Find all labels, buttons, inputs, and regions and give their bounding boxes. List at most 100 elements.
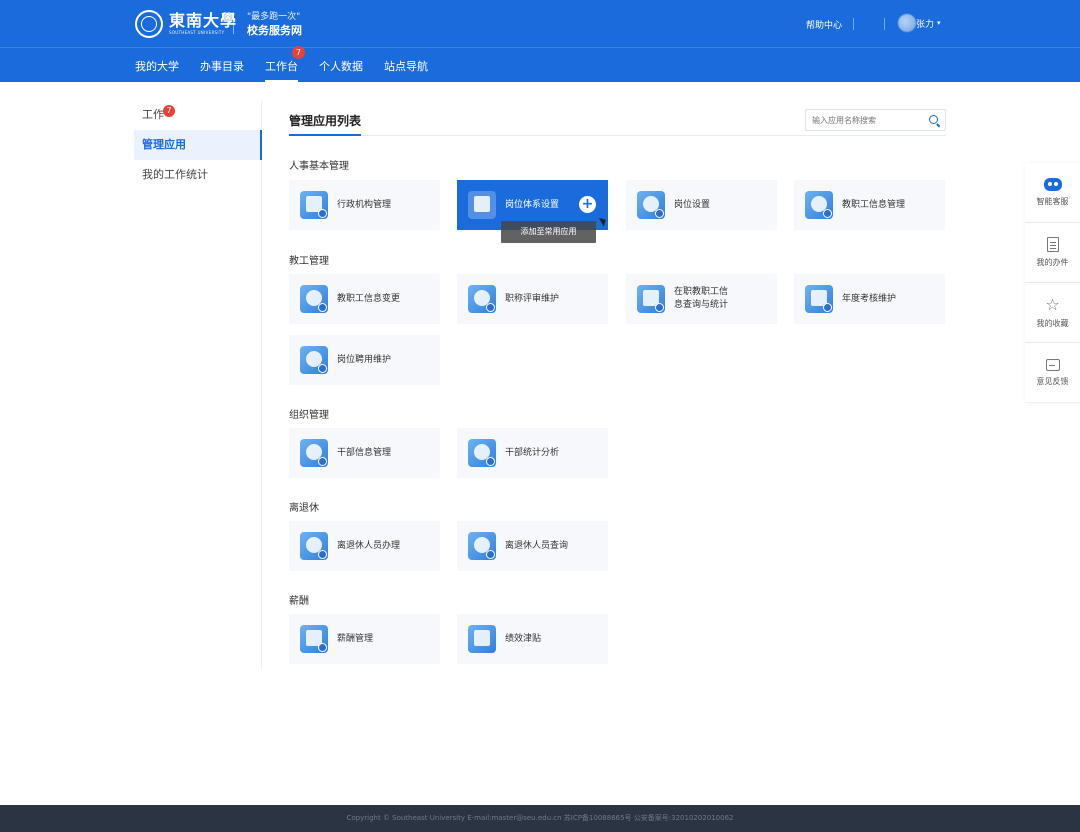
nav-service-catalog[interactable]: 办事目录 — [200, 58, 244, 82]
help-center-link[interactable]: 帮助中心 — [806, 18, 842, 31]
header: 東南大學 SOUTHEAST UNIVERSITY "最多跑一次" 校务服务网 … — [0, 0, 1080, 82]
nav-personal-data[interactable]: 个人数据 — [319, 58, 363, 82]
floating-service-panel: 智能客服 我的办件 ☆ 我的收藏 意见反馈 — [1025, 163, 1080, 403]
sidebar-item-label: 我的工作统计 — [142, 168, 208, 181]
star-icon: ☆ — [1045, 294, 1060, 314]
app-card[interactable]: 行政机构管理 — [289, 180, 440, 230]
nav-label: 办事目录 — [200, 60, 244, 73]
divider — [884, 18, 885, 30]
app-label: 行政机构管理 — [337, 199, 392, 210]
person-upload-icon — [300, 346, 328, 374]
sidebar-item-work-stats[interactable]: 我的工作统计 — [134, 160, 261, 190]
float-smart-service[interactable]: 智能客服 — [1025, 163, 1080, 223]
feedback-icon — [1045, 358, 1060, 371]
graduate-icon — [300, 285, 328, 313]
review-icon — [468, 285, 496, 313]
float-label: 智能客服 — [1036, 197, 1069, 206]
section-title: 教工管理 — [289, 256, 329, 267]
app-card[interactable]: 年度考核维护 — [794, 274, 945, 324]
salary-icon — [300, 625, 328, 653]
app-card[interactable]: 在职教职工信 息查询与统计 — [626, 274, 777, 324]
add-to-favorites-button[interactable]: + — [579, 196, 596, 213]
nav-label: 个人数据 — [319, 60, 363, 73]
username: 张力 — [916, 19, 935, 30]
nav-label: 我的大学 — [135, 60, 179, 73]
divider — [853, 18, 854, 30]
float-feedback[interactable]: 意见反馈 — [1025, 343, 1080, 403]
app-card[interactable]: 离退休人员办理 — [289, 521, 440, 571]
cadre-stats-icon — [468, 439, 496, 467]
page-title: 管理应用列表 — [289, 114, 362, 128]
app-label: 教职工信息管理 — [842, 199, 906, 210]
app-label: 薪酬管理 — [337, 633, 374, 644]
app-card[interactable]: 干部统计分析 — [457, 428, 608, 478]
app-label: 职称评审维护 — [505, 293, 560, 304]
app-label: 干部信息管理 — [337, 447, 392, 458]
float-label: 我的收藏 — [1036, 318, 1069, 328]
app-card[interactable]: 离退休人员查询 — [457, 521, 608, 571]
app-label: 离退休人员查询 — [505, 540, 569, 551]
sidebar-item-work[interactable]: 工作 7 — [134, 100, 261, 130]
app-card[interactable]: 薪酬管理 — [289, 614, 440, 664]
slogan-top: "最多跑一次" — [247, 12, 301, 22]
user-menu[interactable]: 张力 ▾ — [898, 14, 941, 32]
float-my-favorites[interactable]: ☆ 我的收藏 — [1025, 283, 1080, 343]
app-label: 岗位体系设置 — [505, 199, 560, 210]
float-label: 意见反馈 — [1036, 376, 1069, 386]
nav-label: 工作台 — [265, 60, 298, 73]
document-icon — [1046, 237, 1059, 252]
university-logo[interactable]: 東南大學 SOUTHEAST UNIVERSITY — [135, 10, 237, 38]
nav-workbench[interactable]: 工作台 7 — [265, 46, 305, 82]
site-slogan: "最多跑一次" 校务服务网 — [247, 11, 302, 39]
app-card[interactable]: 岗位聘用维护 — [289, 335, 440, 385]
app-label: 在职教职工信 息查询与统计 — [674, 286, 728, 312]
app-label: 岗位设置 — [674, 199, 711, 210]
app-card[interactable]: 干部信息管理 — [289, 428, 440, 478]
app-card[interactable]: 绩效津贴 — [457, 614, 608, 664]
tooltip: 添加至常用应用 — [501, 221, 596, 243]
nav-label: 站点导航 — [384, 60, 428, 73]
site-name: 校务服务网 — [247, 24, 302, 37]
search-icon[interactable] — [929, 115, 938, 124]
app-label: 离退休人员办理 — [337, 540, 401, 551]
airplane-icon — [805, 191, 833, 219]
section-title: 组织管理 — [289, 410, 329, 421]
title-divider — [289, 135, 946, 136]
sidebar: 工作 7 管理应用 我的工作统计 — [134, 100, 262, 670]
app-label: 岗位聘用维护 — [337, 354, 392, 365]
section-title: 薪酬 — [289, 596, 309, 607]
app-card[interactable]: 教职工信息管理 — [794, 180, 945, 230]
app-card[interactable]: 岗位设置 — [626, 180, 777, 230]
id-card-icon — [637, 285, 665, 313]
app-card[interactable]: 职称评审维护 — [457, 274, 608, 324]
footer-copyright: Copyright © Southeast University E-mail:… — [346, 814, 734, 822]
sidebar-item-manage-apps[interactable]: 管理应用 — [134, 130, 262, 160]
nav-my-university[interactable]: 我的大学 — [135, 58, 179, 82]
app-card[interactable]: 教职工信息变更 — [289, 274, 440, 324]
section-title: 离退休 — [289, 503, 319, 514]
logo-english-name: SOUTHEAST UNIVERSITY — [169, 30, 225, 35]
cadre-icon — [300, 439, 328, 467]
retiree-search-icon — [468, 532, 496, 560]
robot-icon — [1043, 178, 1062, 191]
notification-badge: 7 — [163, 105, 175, 117]
app-label-line1: 在职教职工信 — [674, 287, 729, 297]
app-label: 教职工信息变更 — [337, 293, 401, 304]
avatar — [898, 14, 916, 32]
app-search — [805, 109, 946, 131]
building-icon — [300, 191, 328, 219]
float-label: 我的办件 — [1036, 258, 1069, 267]
title-underline — [289, 134, 361, 136]
logo-chinese-name: 東南大學 — [169, 11, 238, 30]
search-input[interactable] — [812, 115, 924, 125]
retiree-icon — [300, 532, 328, 560]
main-nav: 我的大学 办事目录 工作台 7 个人数据 站点导航 — [135, 46, 449, 82]
year-chart-icon — [805, 285, 833, 313]
app-label: 年度考核维护 — [842, 293, 897, 304]
allowance-icon — [468, 625, 496, 653]
notification-badge: 7 — [292, 46, 305, 59]
nav-site-navigation[interactable]: 站点导航 — [384, 58, 428, 82]
footer: Copyright © Southeast University E-mail:… — [0, 805, 1080, 832]
float-my-cases[interactable]: 我的办件 — [1025, 223, 1080, 283]
logo-divider — [233, 14, 234, 34]
